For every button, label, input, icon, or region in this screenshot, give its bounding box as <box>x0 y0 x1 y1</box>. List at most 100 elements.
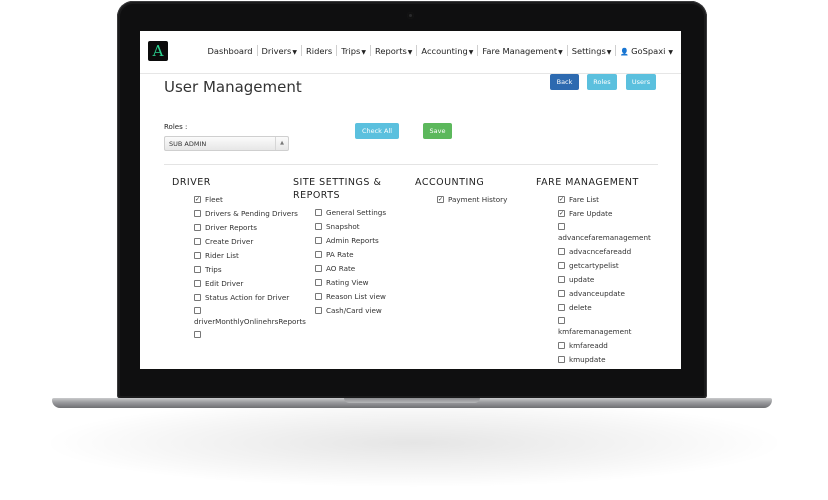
checkbox[interactable] <box>558 262 565 269</box>
permission-item[interactable]: General Settings <box>315 208 403 218</box>
checkbox[interactable] <box>315 237 322 244</box>
permission-label: kmupdate <box>569 355 606 364</box>
roles-select-value: SUB ADMIN <box>169 140 207 148</box>
caret-down-icon: ▼ <box>468 48 474 56</box>
nav-item-reports[interactable]: Reports▼ <box>371 46 416 56</box>
permission-item[interactable]: kmfareadd <box>558 341 666 351</box>
permission-item[interactable]: Snapshot <box>315 222 403 232</box>
permission-list: General Settings Snapshot Admin Reports PA … <box>315 208 403 316</box>
permission-item[interactable]: delete <box>558 303 666 313</box>
webcam <box>407 12 414 19</box>
checkbox[interactable] <box>558 317 565 324</box>
permission-item[interactable]: Reason List view <box>315 292 403 302</box>
section-divider <box>164 164 658 165</box>
laptop-notch <box>344 398 480 403</box>
checkbox-checked[interactable]: ✓ <box>437 196 444 203</box>
checkbox[interactable] <box>558 223 565 230</box>
caret-down-icon: ▼ <box>666 48 673 56</box>
permission-label: getcartypelist <box>569 261 619 270</box>
permission-item[interactable]: PA Rate <box>315 250 403 260</box>
roles-button[interactable]: Roles <box>587 74 617 90</box>
app-logo[interactable]: A <box>148 41 168 61</box>
permission-item[interactable]: Create Driver <box>194 237 305 247</box>
device-shadow <box>40 398 788 488</box>
checkbox[interactable] <box>558 290 565 297</box>
nav-item-accounting[interactable]: Accounting▼ <box>417 46 477 56</box>
permission-item[interactable]: Rating View <box>315 278 403 288</box>
permission-item[interactable]: kmupdate <box>558 355 666 365</box>
checkbox[interactable] <box>194 280 201 287</box>
permission-item[interactable]: Trips <box>194 265 305 275</box>
roles-select[interactable]: SUB ADMIN ▲ <box>164 136 289 151</box>
checkbox[interactable] <box>315 223 322 230</box>
checkbox[interactable] <box>194 294 201 301</box>
caret-down-icon: ▼ <box>606 48 612 56</box>
checkbox[interactable] <box>194 210 201 217</box>
checkbox[interactable] <box>315 265 322 272</box>
back-button[interactable]: Back <box>550 74 579 90</box>
permission-item[interactable]: Rider List <box>194 251 305 261</box>
roles-label: Roles : <box>164 123 188 131</box>
nav-item-fare-management[interactable]: Fare Management▼ <box>478 46 566 56</box>
page-title: User Management <box>164 78 302 96</box>
checkbox[interactable] <box>315 293 322 300</box>
nav-user-menu[interactable]: 👤 GoSpaxi ▼ <box>616 46 677 56</box>
permission-item[interactable]: ✓ Fleet <box>194 195 305 205</box>
permission-item[interactable]: AO Rate <box>315 264 403 274</box>
permission-item[interactable]: advancefaremanagement <box>558 223 666 243</box>
nav-item-trips[interactable]: Trips▼ <box>337 46 370 56</box>
checkbox[interactable] <box>194 238 201 245</box>
checkbox[interactable] <box>315 209 322 216</box>
permission-item[interactable]: update <box>558 275 666 285</box>
check-all-button[interactable]: Check All <box>355 123 399 139</box>
checkbox[interactable] <box>194 307 201 314</box>
permission-label: PA Rate <box>326 250 354 259</box>
permission-item[interactable] <box>194 331 294 338</box>
permission-item[interactable]: getcartypelist <box>558 261 666 271</box>
checkbox[interactable] <box>558 248 565 255</box>
permission-item[interactable]: Driver Reports <box>194 223 305 233</box>
checkbox[interactable] <box>194 252 201 259</box>
nav-item-riders[interactable]: Riders <box>302 46 336 56</box>
permission-item[interactable]: driverMonthlyOnlinehrsReports <box>194 307 306 327</box>
permission-column: SITE SETTINGS & REPORTS General Settings S… <box>293 176 403 320</box>
checkbox[interactable] <box>558 276 565 283</box>
permission-item[interactable]: Drivers & Pending Drivers <box>194 209 305 219</box>
checkbox[interactable] <box>558 304 565 311</box>
checkbox[interactable] <box>315 279 322 286</box>
permission-item[interactable]: Status Action for Driver <box>194 293 305 303</box>
permission-item[interactable]: ✓ Fare List <box>558 195 666 205</box>
permission-item[interactable]: Cash/Card view <box>315 306 403 316</box>
permission-item[interactable]: ✓ Payment History <box>437 195 545 205</box>
permission-label: Driver Reports <box>205 223 257 232</box>
permission-label: Rider List <box>205 251 239 260</box>
permission-item[interactable]: Edit Driver <box>194 279 305 289</box>
checkbox[interactable] <box>558 342 565 349</box>
permission-list: ✓ Fleet Drivers & Pending Drivers Driver Re… <box>194 195 306 338</box>
checkbox-checked[interactable]: ✓ <box>558 210 565 217</box>
permission-label: Fare Update <box>569 209 613 218</box>
permission-label: Snapshot <box>326 222 360 231</box>
nav-item-drivers[interactable]: Drivers▼ <box>258 46 301 56</box>
checkbox[interactable] <box>558 356 565 363</box>
checkbox[interactable] <box>194 224 201 231</box>
nav-item-settings[interactable]: Settings▼ <box>568 46 616 56</box>
permission-label: AO Rate <box>326 264 356 273</box>
permission-item[interactable]: kmfaremanagement <box>558 317 666 337</box>
save-button[interactable]: Save <box>423 123 452 139</box>
nav-item-dashboard[interactable]: Dashboard <box>204 46 257 56</box>
column-heading: FARE MANAGEMENT <box>536 177 639 188</box>
checkbox[interactable] <box>194 331 201 338</box>
permission-item[interactable]: advacncefareadd <box>558 247 666 257</box>
checkbox[interactable] <box>315 307 322 314</box>
permission-item[interactable]: advanceupdate <box>558 289 666 299</box>
checkbox[interactable] <box>194 266 201 273</box>
checkbox-checked[interactable]: ✓ <box>194 196 201 203</box>
permission-item[interactable]: Admin Reports <box>315 236 403 246</box>
navbar: A Dashboard Drivers▼ Riders Trips▼ Reports▼ A… <box>140 31 681 74</box>
checkbox[interactable] <box>315 251 322 258</box>
nav-item-label: Fare Management <box>482 45 558 56</box>
permission-item[interactable]: ✓ Fare Update <box>558 209 666 219</box>
checkbox-checked[interactable]: ✓ <box>558 196 565 203</box>
users-button[interactable]: Users <box>626 74 656 90</box>
